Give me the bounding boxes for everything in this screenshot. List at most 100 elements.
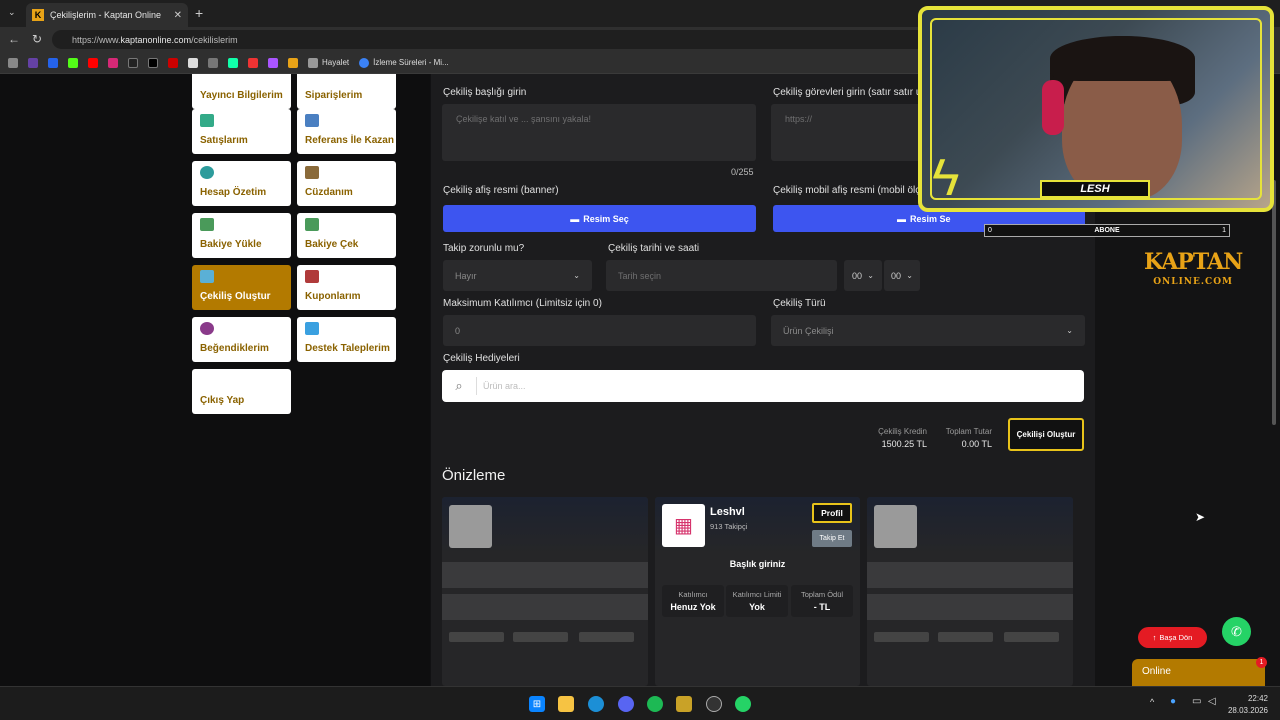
profile-button[interactable]: Profil bbox=[812, 503, 852, 523]
menu-destek-taleplerim[interactable]: Destek Taleplerim bbox=[297, 317, 396, 362]
kaptan-icon[interactable] bbox=[288, 57, 298, 68]
menu-referans[interactable]: Referans İle Kazan bbox=[297, 109, 396, 154]
whatsapp-taskbar-icon[interactable] bbox=[735, 696, 751, 712]
stat-label: Katılımcı Limiti bbox=[732, 590, 782, 599]
menu-cuzdanim[interactable]: Cüzdanım bbox=[297, 161, 396, 206]
bookmark-icon[interactable] bbox=[188, 57, 198, 68]
follow-required-select[interactable]: Hayır ⌄ bbox=[443, 260, 592, 291]
stat-value: - TL bbox=[813, 602, 831, 612]
spotify-icon[interactable] bbox=[647, 696, 663, 712]
cart-icon bbox=[200, 114, 214, 127]
menu-label: Kuponlarım bbox=[305, 291, 361, 302]
menu-label: Çekiliş Oluştur bbox=[200, 291, 271, 302]
mouse-cursor-icon: ➤ bbox=[1195, 510, 1206, 524]
preview-title: Önizleme bbox=[442, 467, 506, 484]
scrollbar[interactable] bbox=[1272, 180, 1276, 425]
windows-start-icon[interactable]: ⊞ bbox=[529, 696, 545, 712]
search-input[interactable]: Ürün ara... bbox=[483, 381, 526, 391]
placeholder-bar bbox=[442, 562, 648, 588]
follow-label: Takip zorunlu mu? bbox=[443, 243, 525, 254]
date-input[interactable]: Tarih seçin bbox=[606, 260, 837, 291]
hour-select[interactable]: 00 ⌄ bbox=[844, 260, 882, 291]
tab-list-icon[interactable]: ⌄ bbox=[8, 7, 16, 18]
whatsapp-icon[interactable]: ✆ bbox=[1222, 617, 1251, 646]
menu-label: Referans İle Kazan bbox=[305, 135, 394, 146]
minute-select[interactable]: 00 ⌄ bbox=[884, 260, 920, 291]
max-participants-input[interactable]: 0 bbox=[443, 315, 756, 346]
microphone-icon[interactable]: ● bbox=[1170, 696, 1176, 707]
placeholder-bar bbox=[449, 632, 504, 642]
product-search[interactable]: ⌕ Ürün ara... bbox=[442, 370, 1084, 402]
placeholder-bar bbox=[867, 594, 1073, 620]
apps-icon[interactable] bbox=[8, 57, 18, 68]
stat-value: Henuz Yok bbox=[670, 602, 716, 612]
menu-bakiye-yukle[interactable]: Bakiye Yükle bbox=[192, 213, 291, 258]
notification-badge: 1 bbox=[1256, 657, 1267, 668]
back-icon[interactable]: ← bbox=[8, 32, 20, 46]
reload-icon[interactable]: ↻ bbox=[32, 32, 42, 46]
bookmark-icon[interactable] bbox=[228, 57, 238, 68]
create-giveaway-button[interactable]: Çekilişi Oluştur bbox=[1008, 418, 1084, 451]
menu-bakiye-cek[interactable]: Bakiye Çek bbox=[297, 213, 396, 258]
r-icon[interactable] bbox=[48, 57, 58, 68]
preview-card: ▦ Leshvl 913 Takipçi Profil Takip Et Baş… bbox=[655, 497, 860, 686]
browser-tab[interactable]: K Çekilişlerim - Kaptan Online ✕ bbox=[26, 3, 188, 27]
streamer-avatar: ▦ bbox=[662, 504, 705, 547]
banner-select-button[interactable]: ▬ Resim Seç bbox=[443, 205, 756, 232]
app-icon[interactable] bbox=[676, 696, 692, 712]
tiktok-icon[interactable] bbox=[128, 57, 138, 68]
logo-sub: ONLINE.COM bbox=[1153, 277, 1233, 287]
tray-chevron-icon[interactable]: ^ bbox=[1150, 697, 1154, 707]
total-label: Toplam Tutar bbox=[945, 427, 992, 436]
network-icon[interactable]: ▭ bbox=[1192, 696, 1201, 707]
placeholder-bar bbox=[938, 632, 993, 642]
instagram-icon[interactable] bbox=[108, 57, 118, 68]
bookmark-icon[interactable] bbox=[268, 57, 278, 68]
new-tab-icon[interactable]: + bbox=[195, 5, 203, 21]
system-clock[interactable]: 22:42 28.03.2026 bbox=[1228, 693, 1268, 717]
menu-cekilis-olustur[interactable]: Çekiliş Oluştur bbox=[192, 265, 291, 310]
kaptan-online-logo[interactable]: KAPTAN ONLINE.COM bbox=[1144, 251, 1243, 292]
streamer-name: Leshvl bbox=[710, 506, 745, 518]
menu-label: Bakiye Yükle bbox=[200, 239, 262, 250]
menu-cikis-yap[interactable]: Çıkış Yap bbox=[192, 369, 291, 414]
volume-icon[interactable]: ◁ bbox=[1208, 696, 1216, 707]
divider bbox=[476, 377, 477, 395]
image-placeholder bbox=[449, 505, 492, 548]
obs-icon[interactable] bbox=[706, 696, 722, 712]
close-tab-icon[interactable]: ✕ bbox=[174, 10, 182, 21]
edge-icon[interactable] bbox=[588, 696, 604, 712]
twitch-icon[interactable] bbox=[28, 57, 38, 68]
menu-hesap-ozetim[interactable]: Hesap Özetim bbox=[192, 161, 291, 206]
tasks-textarea[interactable]: https:// bbox=[771, 104, 931, 161]
tasks-label: Çekiliş görevleri girin (satır satır ur bbox=[773, 87, 925, 98]
bookmark-icon[interactable] bbox=[208, 57, 218, 68]
kick-icon[interactable] bbox=[68, 57, 78, 68]
menu-label: Hesap Özetim bbox=[200, 187, 267, 198]
placeholder-bar bbox=[867, 562, 1073, 588]
title-textarea[interactable]: Çekilişe katıl ve ... şansını yakala! bbox=[442, 104, 756, 161]
menu-satislarim[interactable]: Satışlarım bbox=[192, 109, 291, 154]
back-to-top-button[interactable]: ↑ Başa Dön bbox=[1138, 627, 1207, 648]
bookmark-hayalet[interactable]: Hayalet bbox=[308, 57, 349, 68]
menu-yayinci-bilgilerim[interactable]: Yayıncı Bilgilerim bbox=[192, 74, 291, 109]
online-chat-widget[interactable]: Online bbox=[1132, 659, 1265, 686]
tab-title: Çekilişlerim - Kaptan Online bbox=[50, 10, 162, 20]
subscriber-goal-bar: 0 ABONE 1 bbox=[984, 224, 1230, 237]
giveaway-type-select[interactable]: Ürün Çekilişi ⌄ bbox=[771, 315, 1085, 346]
x-icon[interactable] bbox=[148, 57, 158, 68]
bookmark-icon[interactable] bbox=[248, 57, 258, 68]
preview-card-placeholder bbox=[442, 497, 648, 686]
bookmark-izleme[interactable]: İzleme Süreleri - Mi... bbox=[359, 57, 449, 68]
menu-siparislerim[interactable]: Siparişlerim bbox=[297, 74, 396, 109]
menu-label: Cüzdanım bbox=[305, 187, 353, 198]
follow-button[interactable]: Takip Et bbox=[812, 530, 852, 547]
menu-kuponlarim[interactable]: Kuponlarım bbox=[297, 265, 396, 310]
discord-icon[interactable] bbox=[618, 696, 634, 712]
stat-participants: Katılımcı Henuz Yok bbox=[662, 585, 724, 617]
youtube-icon[interactable] bbox=[88, 57, 98, 68]
pinterest-icon[interactable] bbox=[168, 57, 178, 68]
menu-begendiklerim[interactable]: Beğendiklerim bbox=[192, 317, 291, 362]
file-explorer-icon[interactable] bbox=[558, 696, 574, 712]
chevron-down-icon: ⌄ bbox=[1066, 326, 1073, 335]
